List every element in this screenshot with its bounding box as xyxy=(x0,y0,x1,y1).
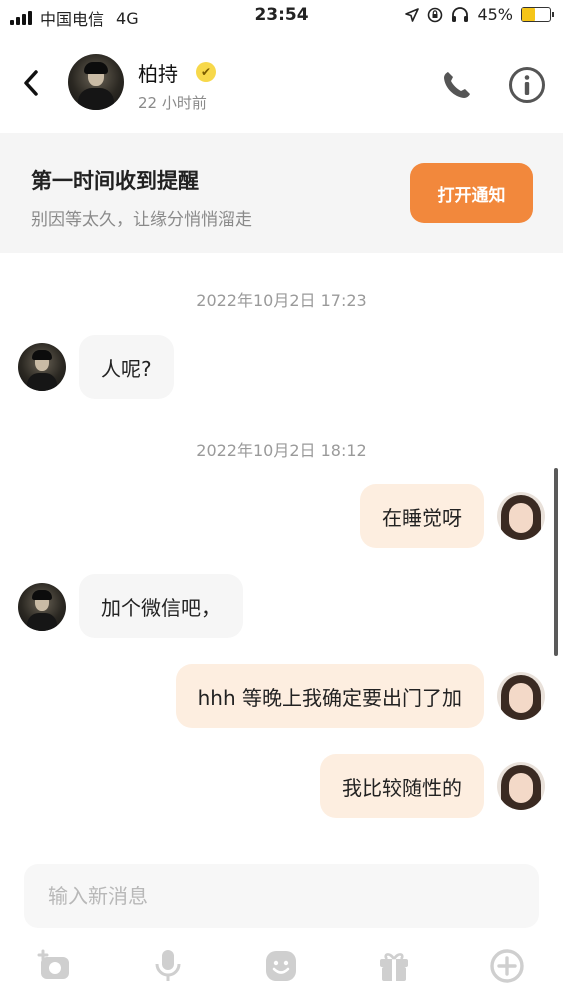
more-button[interactable] xyxy=(487,946,527,986)
phone-icon xyxy=(444,72,470,98)
notification-banner: 第一时间收到提醒 别因等太久，让缘分悄悄溜走 打开通知 xyxy=(0,133,563,253)
message-bubble-received[interactable]: 人呢? xyxy=(79,335,174,399)
info-icon xyxy=(509,67,545,103)
image-button[interactable] xyxy=(35,946,75,986)
contact-name: 柏持 xyxy=(138,62,178,86)
contact-avatar[interactable] xyxy=(68,54,124,110)
back-button[interactable] xyxy=(20,68,42,98)
verified-badge-icon: ✔ xyxy=(196,62,216,82)
headphones-icon xyxy=(452,6,469,22)
voice-button[interactable] xyxy=(148,946,188,986)
emoji-button[interactable] xyxy=(261,946,301,986)
message-timestamp: 2022年10月2日 17:23 xyxy=(196,291,367,310)
enable-notifications-button[interactable]: 打开通知 xyxy=(410,163,533,223)
banner-subtitle: 别因等太久，让缘分悄悄溜走 xyxy=(31,210,252,230)
battery-fill xyxy=(522,8,535,21)
battery-icon xyxy=(521,7,554,22)
rotation-lock-icon xyxy=(428,7,443,22)
gift-icon xyxy=(380,953,408,981)
image-icon xyxy=(37,949,69,979)
status-bar: 中国电信 4G 23:54 45% xyxy=(0,0,563,32)
battery-percent: 45% xyxy=(477,5,513,24)
status-right: 45% xyxy=(405,5,554,24)
banner-title: 第一时间收到提醒 xyxy=(31,169,199,193)
chat-header: 柏持 ✔ 22 小时前 xyxy=(0,40,563,128)
back-icon xyxy=(24,70,38,96)
self-avatar[interactable] xyxy=(497,672,545,720)
composer-toolbar xyxy=(0,944,563,988)
last-seen: 22 小时前 xyxy=(138,94,207,112)
location-icon xyxy=(405,7,420,22)
chat-scrollbar[interactable] xyxy=(554,468,558,656)
plus-icon xyxy=(490,949,524,983)
message-bubble-sent[interactable]: 我比较随性的 xyxy=(320,754,484,818)
message-bubble-received[interactable]: 加个微信吧， xyxy=(79,574,243,638)
message-bubble-sent[interactable]: 在睡觉呀 xyxy=(360,484,484,548)
gift-button[interactable] xyxy=(374,946,414,986)
contact-message-avatar[interactable] xyxy=(18,343,66,391)
message-timestamp: 2022年10月2日 18:12 xyxy=(196,441,367,460)
self-avatar[interactable] xyxy=(497,492,545,540)
info-button[interactable] xyxy=(508,66,546,104)
message-bubble-sent[interactable]: hhh 等晚上我确定要出门了加 xyxy=(175,664,484,728)
emoji-icon xyxy=(266,951,296,981)
microphone-icon xyxy=(155,950,181,981)
message-input[interactable] xyxy=(24,864,539,928)
phone-button[interactable] xyxy=(440,68,474,102)
contact-message-avatar[interactable] xyxy=(18,583,66,631)
self-avatar[interactable] xyxy=(497,762,545,810)
